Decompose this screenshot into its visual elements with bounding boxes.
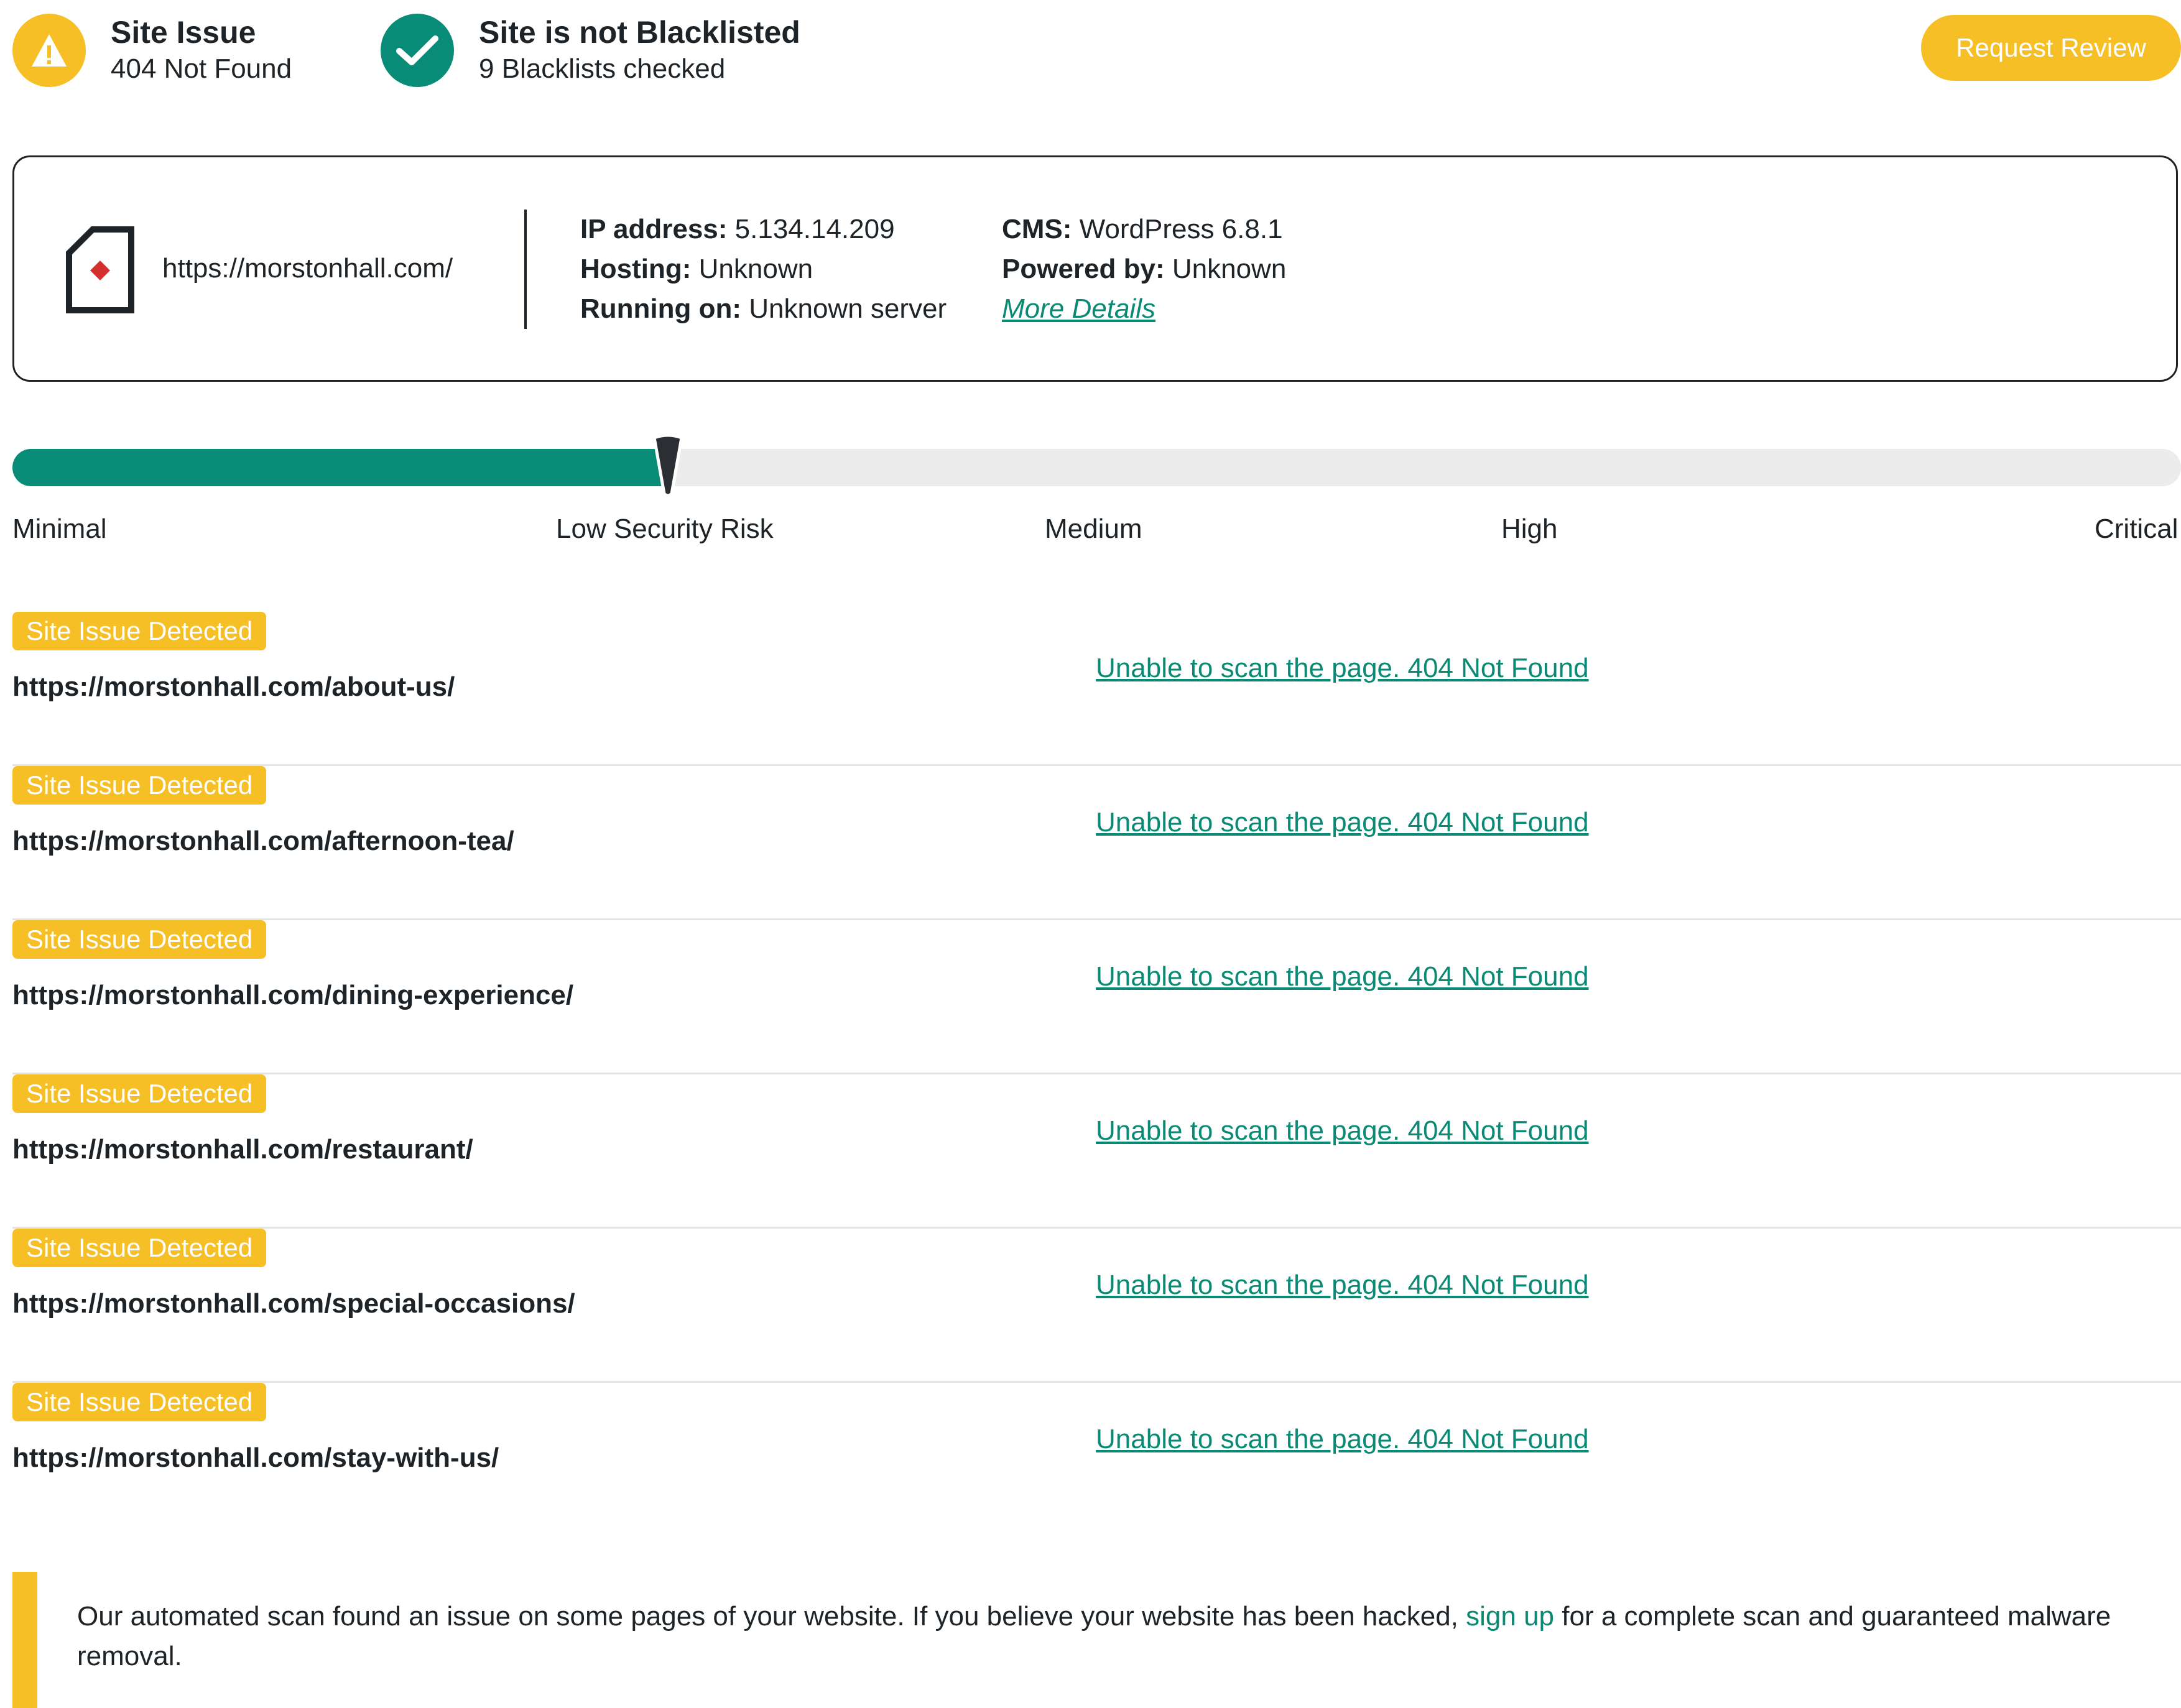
site-info-box: https://morstonhall.com/ IP address: 5.1… xyxy=(12,155,2178,382)
risk-label-medium: Medium xyxy=(1045,514,1142,544)
issue-row: Site Issue Detected https://morstonhall.… xyxy=(12,1229,2181,1383)
issue-row: Site Issue Detected https://morstonhall.… xyxy=(12,612,2181,766)
scan-status-link[interactable]: Unable to scan the page. 404 Not Found xyxy=(1096,961,1589,992)
scan-status-link[interactable]: Unable to scan the page. 404 Not Found xyxy=(1096,807,1589,838)
running-on-line: Running on: Unknown server xyxy=(580,293,947,324)
site-issue-title: Site Issue xyxy=(111,15,256,50)
blacklist-subtitle: 9 Blacklists checked xyxy=(479,53,726,84)
issue-row: Site Issue Detected https://morstonhall.… xyxy=(12,920,2181,1074)
blacklist-status: Site is not Blacklisted 9 Blacklists che… xyxy=(381,14,800,87)
check-icon xyxy=(381,14,454,87)
site-issue-tag: Site Issue Detected xyxy=(12,766,267,805)
scan-status-link[interactable]: Unable to scan the page. 404 Not Found xyxy=(1096,1270,1589,1301)
site-issue-tag: Site Issue Detected xyxy=(12,1383,267,1421)
notice-text: Our automated scan found an issue on som… xyxy=(77,1601,2111,1671)
risk-bar-fill xyxy=(12,449,669,486)
site-issue-subtitle: 404 Not Found xyxy=(111,53,292,84)
risk-label-minimal: Minimal xyxy=(12,514,107,544)
blacklist-title: Site is not Blacklisted xyxy=(479,15,800,50)
issue-url: https://morstonhall.com/restaurant/ xyxy=(12,1134,473,1165)
scan-report: Site Issue 404 Not Found Site is not Bla… xyxy=(0,0,2181,1708)
issue-row: Site Issue Detected https://morstonhall.… xyxy=(12,766,2181,920)
sign-up-link[interactable]: sign up xyxy=(1466,1601,1554,1632)
warning-icon xyxy=(12,14,86,87)
risk-label-critical: Critical xyxy=(2095,514,2179,544)
cms-info: CMS: WordPress 6.8.1 Powered by: Unknown… xyxy=(1002,210,1286,329)
issue-url: https://morstonhall.com/stay-with-us/ xyxy=(12,1443,499,1473)
issue-row: Site Issue Detected https://morstonhall.… xyxy=(12,1383,2181,1537)
issue-url: https://morstonhall.com/special-occasion… xyxy=(12,1288,575,1319)
server-info: IP address: 5.134.14.209 Hosting: Unknow… xyxy=(580,210,947,329)
scan-status-link[interactable]: Unable to scan the page. 404 Not Found xyxy=(1096,1115,1589,1147)
risk-marker-icon xyxy=(651,432,685,502)
site-file-icon xyxy=(65,226,135,317)
cms-line: CMS: WordPress 6.8.1 xyxy=(1002,214,1283,244)
scan-notice: Our automated scan found an issue on som… xyxy=(12,1572,2181,1708)
site-issue-tag: Site Issue Detected xyxy=(12,612,267,650)
powered-by-line: Powered by: Unknown xyxy=(1002,254,1287,284)
issue-url: https://morstonhall.com/afternoon-tea/ xyxy=(12,826,514,856)
ip-address-line: IP address: 5.134.14.209 xyxy=(580,214,895,244)
site-issue-status: Site Issue 404 Not Found xyxy=(12,14,292,87)
risk-label-low: Low Security Risk xyxy=(556,514,774,544)
site-issue-tag: Site Issue Detected xyxy=(12,920,267,959)
more-details-link[interactable]: More Details xyxy=(1002,293,1155,324)
risk-label-high: High xyxy=(1501,514,1558,544)
site-url: https://morstonhall.com/ xyxy=(162,253,453,284)
site-issue-tag: Site Issue Detected xyxy=(12,1229,267,1267)
scan-status-link[interactable]: Unable to scan the page. 404 Not Found xyxy=(1096,1424,1589,1455)
issue-url: https://morstonhall.com/dining-experienc… xyxy=(12,980,574,1010)
issue-url: https://morstonhall.com/about-us/ xyxy=(12,672,455,702)
site-issue-tag: Site Issue Detected xyxy=(12,1074,267,1113)
scan-status-link[interactable]: Unable to scan the page. 404 Not Found xyxy=(1096,653,1589,684)
info-divider xyxy=(524,210,527,329)
issue-row: Site Issue Detected https://morstonhall.… xyxy=(12,1074,2181,1229)
hosting-line: Hosting: Unknown xyxy=(580,254,813,284)
request-review-button[interactable]: Request Review xyxy=(1921,15,2181,81)
